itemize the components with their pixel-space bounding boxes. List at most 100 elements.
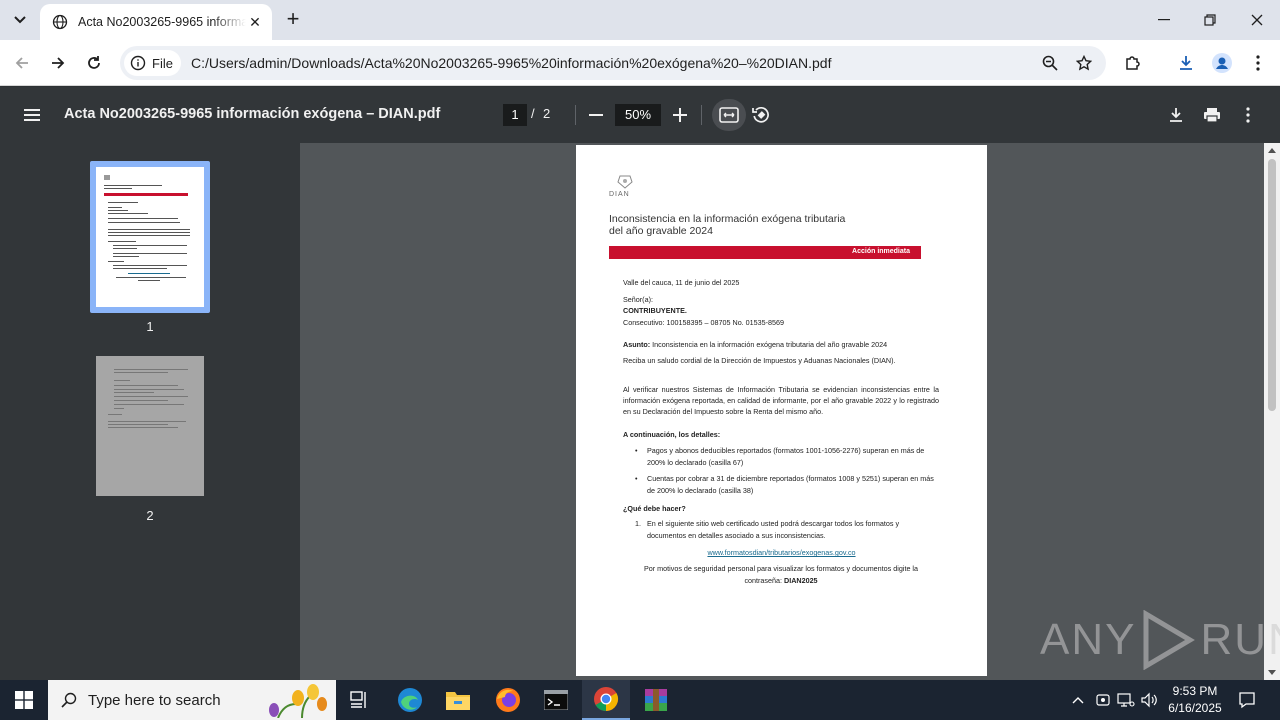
watermark-left: ANY bbox=[1040, 615, 1137, 664]
body-paragraph: Al verificar nuestros Sistemas de Inform… bbox=[623, 385, 939, 416]
subject-label: Asunto: bbox=[623, 340, 651, 349]
network-icon bbox=[1117, 693, 1135, 707]
arrow-left-icon bbox=[15, 57, 28, 69]
document-date: Valle del cauca, 11 de junio del 2025 bbox=[623, 278, 740, 287]
page-number-input[interactable]: 1 bbox=[503, 104, 527, 126]
step-number: 1. bbox=[635, 519, 641, 528]
fit-to-page-button[interactable] bbox=[717, 103, 741, 127]
clock-time: 9:53 PM bbox=[1172, 684, 1218, 698]
chrome-taskbar-button[interactable] bbox=[582, 680, 630, 720]
browser-toolbar: File C:/Users/admin/Downloads/Acta%20No2… bbox=[0, 40, 1280, 86]
vertical-scrollbar[interactable] bbox=[1264, 143, 1280, 680]
archive-icon bbox=[645, 689, 667, 711]
close-window-button[interactable] bbox=[1234, 0, 1280, 40]
thumbnail-sidebar: 1 2 bbox=[0, 143, 300, 680]
terminal-taskbar-button[interactable] bbox=[532, 680, 580, 720]
reload-icon bbox=[88, 56, 100, 69]
browser-tab[interactable]: Acta No2003265-9965 información exógena … bbox=[40, 4, 272, 40]
scroll-down-arrow-icon[interactable] bbox=[1268, 670, 1276, 675]
edge-taskbar-button[interactable] bbox=[386, 680, 434, 720]
page-thumbnail-2[interactable] bbox=[96, 356, 204, 496]
page-total: 2 bbox=[543, 106, 551, 121]
star-icon bbox=[1076, 55, 1092, 71]
dian-logo-text: DIAN bbox=[609, 191, 630, 198]
close-tab-icon[interactable]: ✕ bbox=[246, 13, 264, 31]
forward-button[interactable] bbox=[44, 49, 72, 77]
search-icon bbox=[61, 692, 77, 708]
downloads-button[interactable] bbox=[1174, 51, 1198, 75]
rotate-button[interactable] bbox=[749, 103, 773, 127]
sidebar-toggle-button[interactable] bbox=[20, 103, 44, 127]
taskbar-search-box[interactable]: Type here to search bbox=[48, 680, 336, 720]
winrar-taskbar-button[interactable] bbox=[632, 680, 680, 720]
task-view-icon bbox=[350, 691, 366, 708]
task-view-button[interactable] bbox=[336, 680, 384, 720]
network-button[interactable] bbox=[1115, 680, 1137, 720]
volume-button[interactable] bbox=[1139, 680, 1161, 720]
zoom-in-button[interactable] bbox=[668, 103, 692, 127]
site-info-chip[interactable]: File bbox=[124, 50, 181, 76]
play-logo-icon bbox=[1143, 610, 1196, 670]
toolbar-divider bbox=[575, 105, 576, 125]
notifications-button[interactable] bbox=[1234, 680, 1260, 720]
pdf-download-button[interactable] bbox=[1164, 103, 1188, 127]
back-button[interactable] bbox=[8, 49, 36, 77]
new-tab-button[interactable]: + bbox=[282, 8, 304, 31]
heading-line-1: Inconsistencia en la información exógena… bbox=[609, 213, 846, 225]
download-icon bbox=[1180, 56, 1192, 70]
page-thumbnail-1[interactable] bbox=[96, 167, 204, 307]
more-vertical-icon bbox=[1256, 55, 1260, 71]
pdf-toolbar: Acta No2003265-9965 información exógena … bbox=[0, 87, 1280, 143]
subject-text: Inconsistencia en la información exógena… bbox=[650, 340, 888, 349]
file-explorer-taskbar-button[interactable] bbox=[434, 680, 482, 720]
download-icon bbox=[1170, 108, 1182, 122]
avatar-icon bbox=[1212, 53, 1232, 73]
clock-date: 6/16/2025 bbox=[1168, 701, 1222, 715]
tray-app-button[interactable] bbox=[1092, 680, 1114, 720]
browser-menu-button[interactable] bbox=[1246, 51, 1270, 75]
phishing-link[interactable]: www.formatosdian/tributarios/exogenas.go… bbox=[576, 548, 987, 557]
pdf-viewer[interactable]: DIAN Inconsistencia en la información ex… bbox=[300, 143, 1280, 680]
scroll-up-arrow-icon[interactable] bbox=[1268, 148, 1276, 153]
anyrun-watermark: ANY RUN bbox=[1040, 610, 1280, 670]
scrollbar-thumb[interactable] bbox=[1268, 159, 1276, 411]
globe-icon bbox=[52, 14, 68, 30]
chevron-down-icon bbox=[14, 16, 26, 24]
windows-logo-icon bbox=[15, 691, 33, 709]
site-chip-label: File bbox=[152, 55, 173, 71]
system-clock[interactable]: 9:53 PM 6/16/2025 bbox=[1160, 683, 1230, 717]
thumbnail-label-1: 1 bbox=[146, 319, 154, 334]
document-heading: Inconsistencia en la información exógena… bbox=[609, 213, 869, 237]
zoom-indicator-button[interactable] bbox=[1038, 51, 1062, 75]
subject-line: Asunto: Inconsistencia en la información… bbox=[623, 339, 887, 350]
fit-page-icon bbox=[719, 107, 739, 123]
tab-search-button[interactable] bbox=[8, 8, 32, 32]
firefox-taskbar-button[interactable] bbox=[484, 680, 532, 720]
pdf-more-button[interactable] bbox=[1236, 103, 1260, 127]
zoom-level-input[interactable]: 50% bbox=[615, 104, 661, 126]
tray-overflow-button[interactable] bbox=[1068, 680, 1088, 720]
thumbnail-label-2: 2 bbox=[146, 508, 154, 523]
extensions-button[interactable] bbox=[1121, 51, 1145, 75]
chrome-icon bbox=[594, 687, 619, 711]
printer-icon bbox=[1204, 108, 1220, 123]
profile-button[interactable] bbox=[1210, 51, 1234, 75]
watermark-right: RUN bbox=[1200, 615, 1280, 664]
address-bar[interactable]: File C:/Users/admin/Downloads/Acta%20No2… bbox=[120, 46, 1106, 80]
url-text[interactable]: C:/Users/admin/Downloads/Acta%20No200326… bbox=[191, 55, 832, 71]
reload-button[interactable] bbox=[80, 49, 108, 77]
firefox-icon bbox=[496, 688, 520, 712]
start-button[interactable] bbox=[0, 680, 48, 720]
restore-button[interactable] bbox=[1187, 0, 1233, 40]
zoom-out-button[interactable] bbox=[584, 103, 608, 127]
bookmark-button[interactable] bbox=[1072, 51, 1096, 75]
detail-bullet-2: Cuentas por cobrar a 31 de diciembre rep… bbox=[635, 473, 939, 497]
toolbar-divider bbox=[701, 105, 702, 125]
rotate-icon bbox=[752, 106, 769, 123]
addressee: CONTRIBUYENTE. bbox=[623, 306, 687, 315]
arrow-right-icon bbox=[52, 57, 65, 69]
minimize-button[interactable] bbox=[1141, 0, 1187, 40]
puzzle-icon bbox=[1126, 56, 1140, 70]
step-item-1: 1. En el siguiente sitio web certificado… bbox=[635, 518, 939, 542]
print-button[interactable] bbox=[1200, 103, 1224, 127]
